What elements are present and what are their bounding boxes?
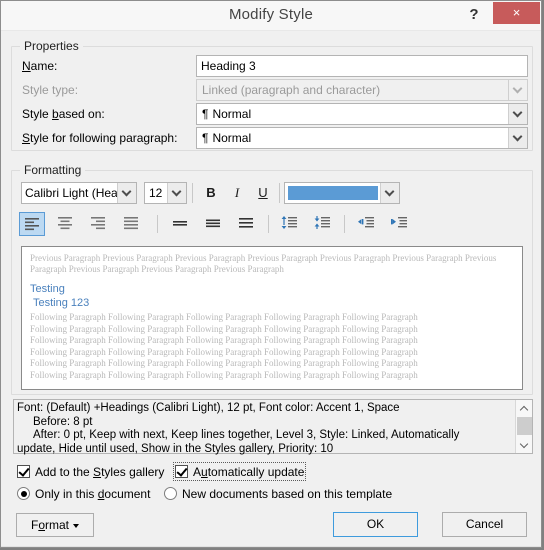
new-documents-label: New documents based on this template — [182, 486, 393, 501]
only-in-this-document-radio[interactable]: Only in this document — [17, 486, 150, 501]
chevron-down-icon[interactable] — [117, 183, 136, 203]
scroll-down-icon[interactable] — [516, 437, 532, 453]
style-following-label: Style for following paragraph: — [22, 131, 178, 145]
description-scrollbar[interactable] — [515, 400, 532, 453]
style-following-row: Style for following paragraph: ¶ Normal — [11, 127, 533, 149]
formatting-group-label: Formatting — [20, 163, 86, 177]
checkbox-box[interactable] — [17, 465, 30, 479]
pilcrow-icon: ¶ — [202, 131, 209, 145]
style-based-on-value: Normal — [212, 107, 252, 121]
font-toolbar: Calibri Light (Head 12 B I U — [11, 182, 533, 206]
modify-style-dialog: Modify Style ? × Properties Name: Headin… — [0, 0, 542, 548]
preview-heading-line-1: Testing — [30, 283, 65, 295]
font-size-value: 12 — [149, 186, 163, 200]
decrease-paragraph-spacing-button[interactable] — [309, 212, 335, 236]
chevron-down-icon[interactable] — [508, 104, 527, 124]
line-spacing-1-5-button[interactable] — [200, 212, 226, 236]
underline-button[interactable]: U — [251, 182, 275, 204]
add-to-styles-gallery-checkbox[interactable]: Add to the Styles gallery — [17, 464, 164, 479]
preview-following-line: Following Paragraph Following Paragraph … — [30, 358, 418, 368]
preview-following-line: Following Paragraph Following Paragraph … — [30, 335, 418, 345]
automatically-update-checkbox[interactable]: Automatically update — [172, 462, 307, 481]
toolbar-divider — [279, 183, 280, 203]
decrease-indent-button[interactable] — [353, 212, 379, 236]
only-in-this-document-label: Only in this document — [35, 486, 151, 501]
scroll-up-icon[interactable] — [516, 400, 532, 416]
chevron-down-icon[interactable] — [380, 183, 399, 203]
bold-button[interactable]: B — [199, 182, 223, 204]
properties-group-label: Properties — [20, 39, 83, 53]
chevron-down-icon[interactable] — [508, 128, 527, 148]
align-justify-button[interactable] — [118, 212, 144, 236]
preview-following-line: Following Paragraph Following Paragraph … — [30, 312, 418, 322]
footer-divider — [1, 546, 541, 547]
new-documents-radio[interactable]: New documents based on this template — [164, 486, 392, 501]
ok-button[interactable]: OK — [333, 512, 418, 537]
style-based-on-select[interactable]: ¶ Normal — [196, 103, 528, 125]
description-line-3: After: 0 pt, Keep with next, Keep lines … — [33, 429, 460, 442]
increase-paragraph-spacing-button[interactable] — [276, 212, 302, 236]
preview-following-line: Following Paragraph Following Paragraph … — [30, 369, 418, 380]
style-based-on-row: Style based on: ¶ Normal — [11, 103, 533, 125]
automatically-update-label: Automatically update — [193, 464, 305, 479]
font-name-select[interactable]: Calibri Light (Head — [21, 182, 137, 204]
style-type-label: Style type: — [22, 83, 79, 97]
preview-following-line: Following Paragraph Following Paragraph … — [30, 346, 418, 357]
description-line-1: Font: (Default) +Headings (Calibri Light… — [17, 402, 400, 414]
caret-down-icon — [73, 523, 80, 528]
toolbar-divider — [268, 215, 269, 233]
style-preview-pane: Previous Paragraph Previous Paragraph Pr… — [21, 246, 523, 390]
help-icon[interactable]: ? — [463, 4, 485, 26]
toolbar-divider — [157, 215, 158, 233]
style-type-value: Linked (paragraph and character) — [202, 83, 381, 97]
style-type-select: Linked (paragraph and character) — [196, 79, 528, 101]
name-label: Name: — [22, 59, 58, 73]
format-button-label: Format — [30, 518, 70, 532]
close-icon[interactable]: × — [493, 2, 540, 24]
style-description-text: Font: (Default) +Headings (Calibri Light… — [17, 402, 512, 456]
toolbar-divider — [192, 183, 193, 203]
format-button[interactable]: Format — [16, 513, 94, 537]
scrollbar-thumb[interactable] — [517, 417, 532, 435]
formatting-group: Formatting Calibri Light (Head 12 B I U — [11, 163, 533, 395]
style-description-box: Font: (Default) +Headings (Calibri Light… — [13, 399, 533, 456]
checkbox-box[interactable] — [175, 465, 188, 479]
style-following-select[interactable]: ¶ Normal — [196, 127, 528, 149]
align-right-button[interactable] — [85, 212, 111, 236]
font-color-swatch — [288, 186, 378, 200]
title-bar: Modify Style ? × — [1, 1, 541, 31]
preview-heading-line-2: Testing 123 — [33, 297, 90, 309]
font-name-value: Calibri Light (Head — [25, 186, 125, 200]
increase-indent-button[interactable] — [386, 212, 412, 236]
add-to-styles-gallery-label: Add to the Styles gallery — [35, 464, 165, 479]
description-line-4: update, Hide until used, Show in the Sty… — [17, 442, 334, 455]
dialog-title: Modify Style — [228, 6, 314, 23]
paragraph-toolbar — [11, 212, 533, 238]
preview-previous-paragraph: Previous Paragraph Previous Paragraph Pr… — [30, 253, 497, 274]
description-line-2: Before: 8 pt — [33, 415, 93, 428]
radio-circle[interactable] — [164, 487, 177, 501]
preview-following-line: Following Paragraph Following Paragraph … — [30, 323, 418, 334]
font-size-select[interactable]: 12 — [144, 182, 187, 204]
name-input[interactable]: Heading 3 — [196, 55, 528, 77]
pilcrow-icon: ¶ — [202, 107, 209, 121]
radio-circle[interactable] — [17, 487, 30, 501]
align-center-button[interactable] — [52, 212, 78, 236]
line-spacing-single-button[interactable] — [167, 212, 193, 236]
line-spacing-double-button[interactable] — [233, 212, 259, 236]
preview-following-paragraphs: Following Paragraph Following Paragraph … — [30, 312, 514, 381]
chevron-down-icon — [508, 80, 527, 100]
cancel-button[interactable]: Cancel — [442, 512, 527, 537]
toolbar-divider — [344, 215, 345, 233]
style-following-value: Normal — [212, 131, 252, 145]
align-left-button[interactable] — [19, 212, 45, 236]
style-based-on-label: Style based on: — [22, 107, 105, 121]
properties-group: Properties Name: Heading 3 Style type: L… — [11, 39, 533, 151]
font-color-select[interactable] — [284, 182, 400, 204]
italic-button[interactable]: I — [225, 182, 249, 204]
name-row: Name: Heading 3 — [11, 55, 533, 77]
style-type-row: Style type: Linked (paragraph and charac… — [11, 79, 533, 101]
chevron-down-icon[interactable] — [167, 183, 186, 203]
